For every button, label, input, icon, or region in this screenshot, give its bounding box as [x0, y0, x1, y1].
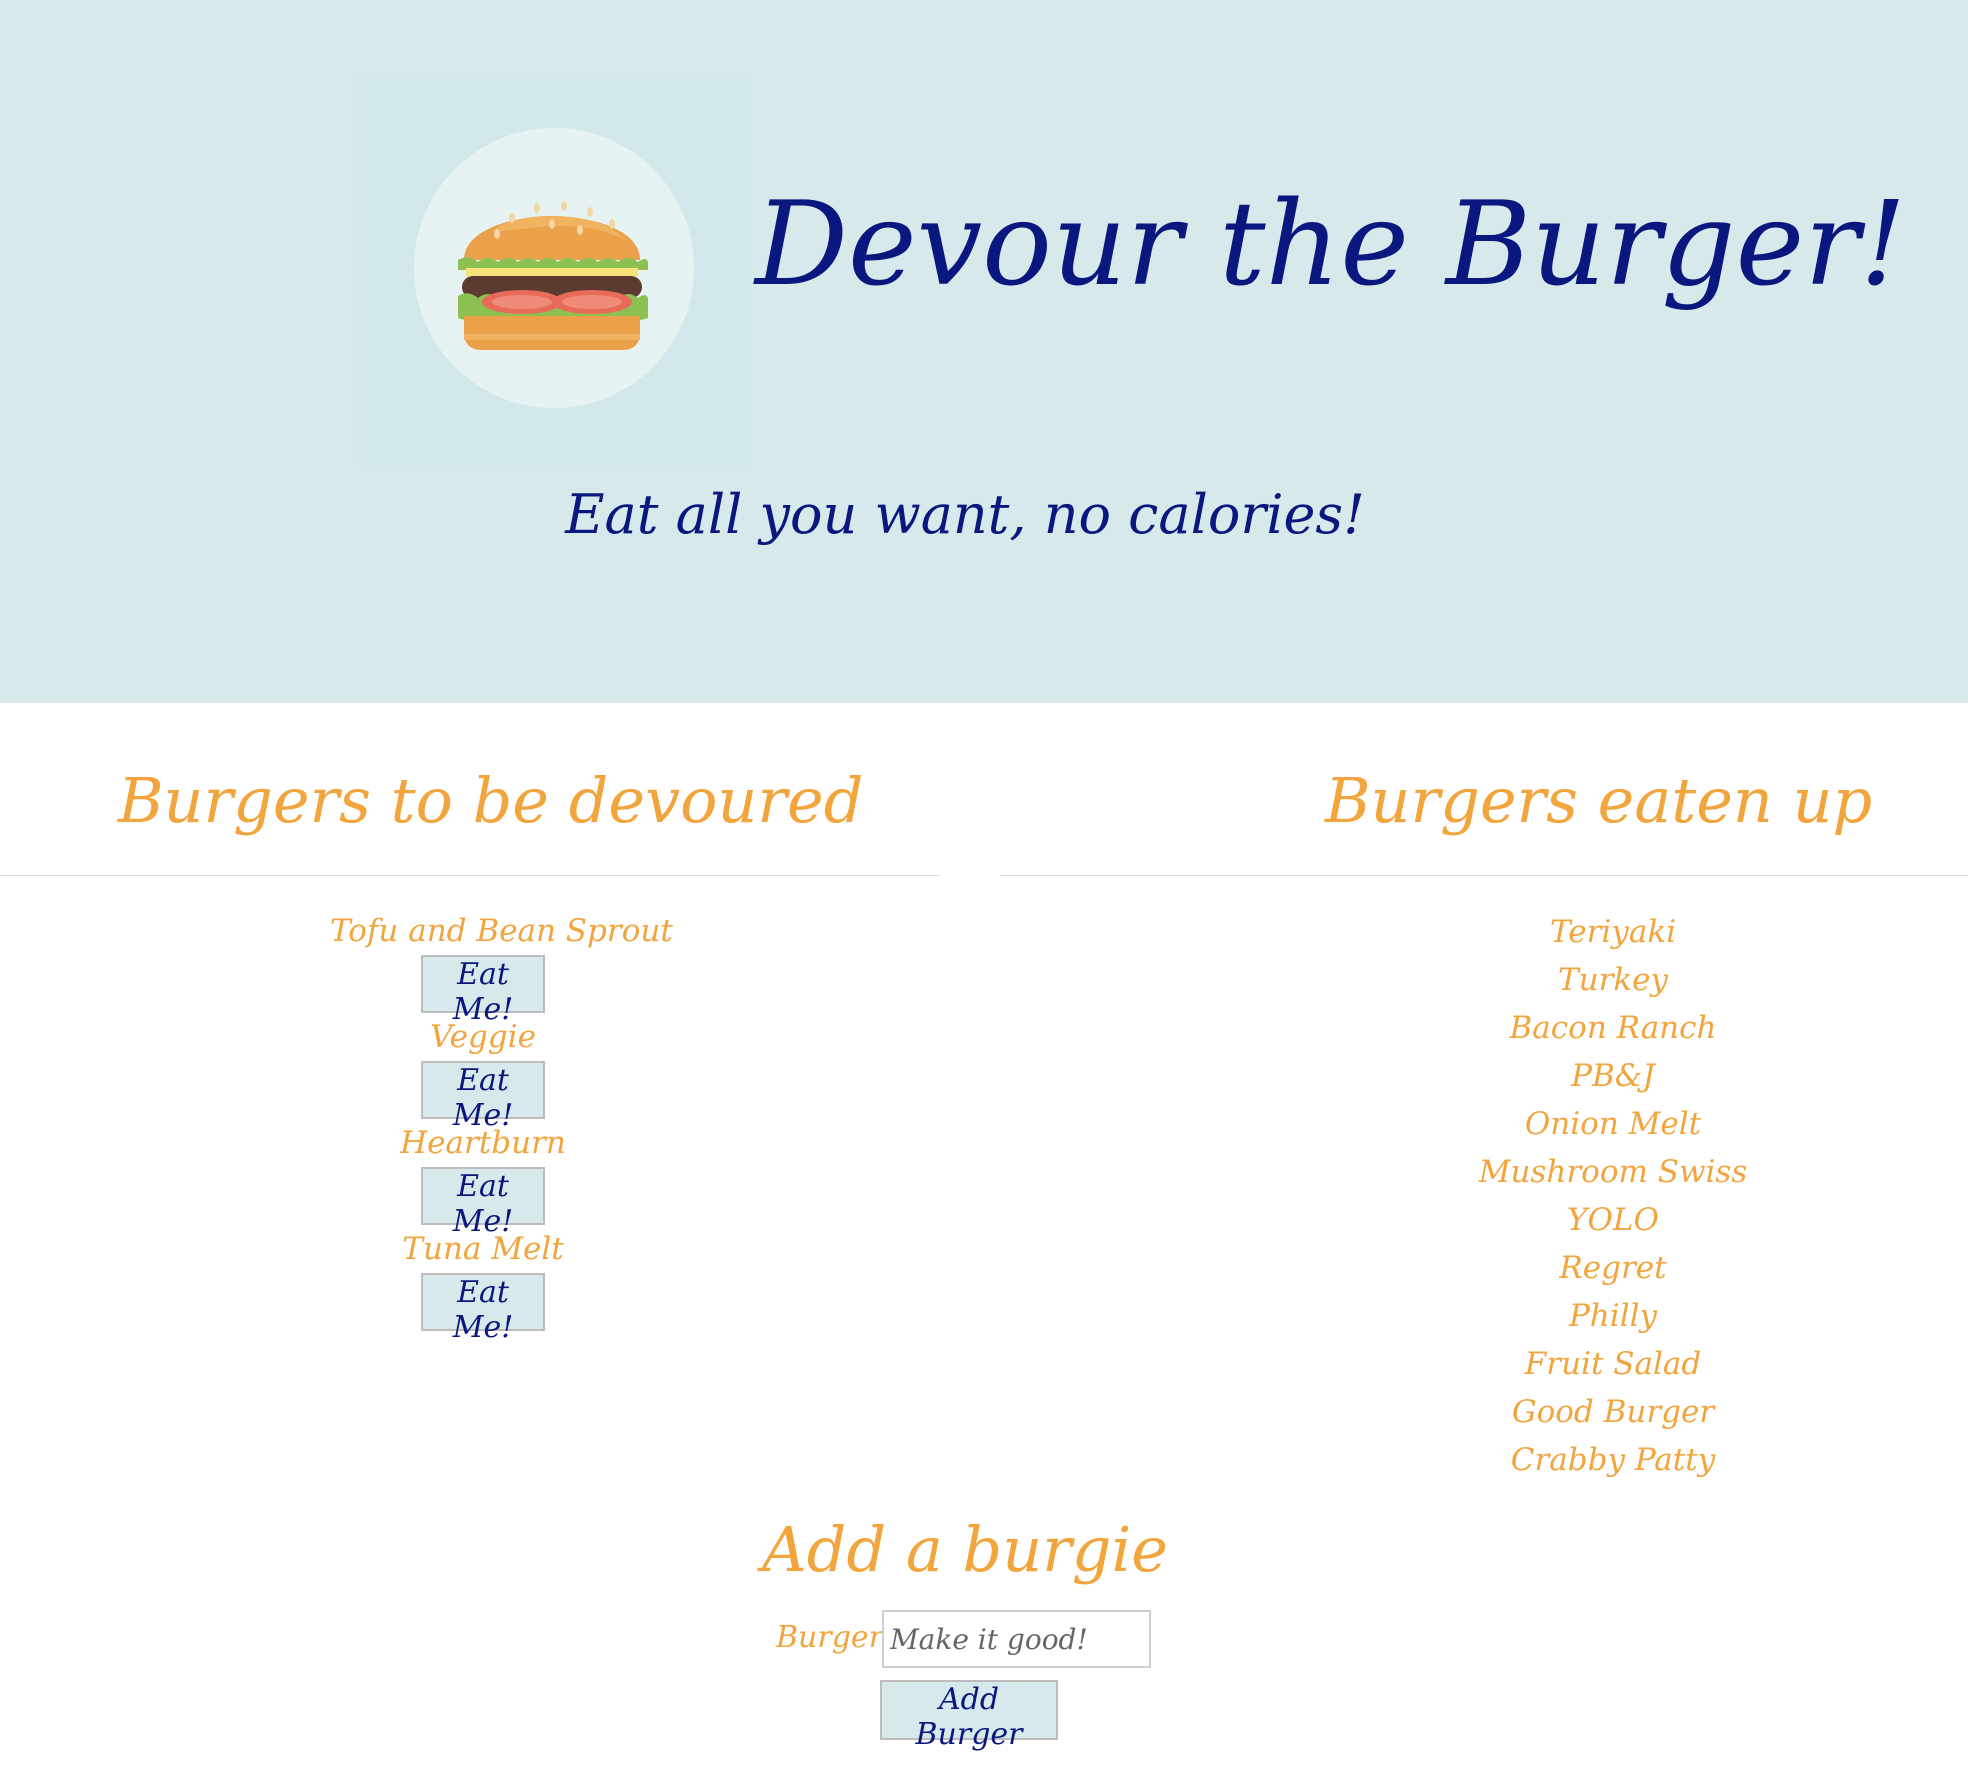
list-item: Crabby Patty	[1510, 1442, 1716, 1478]
eat-me-button[interactable]: Eat Me!	[421, 1061, 545, 1133]
list-item: Mushroom Swiss	[1478, 1154, 1748, 1190]
divider-left	[0, 875, 940, 876]
list-item: PB&J	[1571, 1058, 1655, 1094]
list-item: YOLO	[1567, 1202, 1659, 1238]
hero-banner: Devour the Burger! Eat all you want, no …	[0, 0, 1968, 703]
list-item: Heartburn Eat Me!	[330, 1119, 636, 1239]
page-title: Devour the Burger!	[755, 177, 1907, 312]
list-item: Philly	[1568, 1298, 1658, 1334]
list-item: Onion Melt	[1524, 1106, 1702, 1142]
list-item: Good Burger	[1511, 1394, 1715, 1430]
burger-name: Heartburn	[400, 1125, 566, 1161]
heading-eaten-up: Burgers eaten up	[1325, 764, 1873, 837]
list-item: Tofu and Bean Sprout Eat Me!	[330, 907, 673, 1027]
list-item: Bacon Ranch	[1509, 1010, 1717, 1046]
burger-name: Tuna Melt	[402, 1231, 564, 1267]
eaten-list: Teriyaki Turkey Bacon Ranch PB&J Onion M…	[1470, 908, 1756, 1484]
list-item: Tuna Melt Eat Me!	[330, 1225, 636, 1345]
logo-circle	[414, 128, 694, 408]
logo-panel	[358, 75, 750, 465]
heading-to-be-devoured: Burgers to be devoured	[118, 764, 864, 837]
list-item: Fruit Salad	[1524, 1346, 1702, 1382]
list-item: Regret	[1559, 1250, 1667, 1286]
list-item: Turkey	[1557, 962, 1669, 998]
eat-me-button[interactable]: Eat Me!	[421, 955, 545, 1027]
page-subtitle: Eat all you want, no calories!	[565, 483, 1365, 546]
burger-name: Tofu and Bean Sprout	[330, 913, 673, 949]
eat-me-button[interactable]: Eat Me!	[421, 1167, 545, 1239]
add-burger-heading: Add a burgie	[762, 1513, 1168, 1586]
burger-icon	[458, 201, 648, 350]
list-item: Veggie Eat Me!	[330, 1013, 636, 1133]
eat-me-button[interactable]: Eat Me!	[421, 1273, 545, 1345]
add-burger-button[interactable]: Add Burger	[880, 1680, 1058, 1752]
burger-name-input[interactable]	[882, 1610, 1151, 1668]
list-item: Teriyaki	[1549, 914, 1677, 950]
burger-field-label: Burger:	[776, 1620, 894, 1655]
divider-right	[1000, 875, 1968, 876]
devour-list: Tofu and Bean Sprout Eat Me! Veggie Eat …	[330, 907, 673, 1345]
burger-name: Veggie	[430, 1019, 536, 1055]
